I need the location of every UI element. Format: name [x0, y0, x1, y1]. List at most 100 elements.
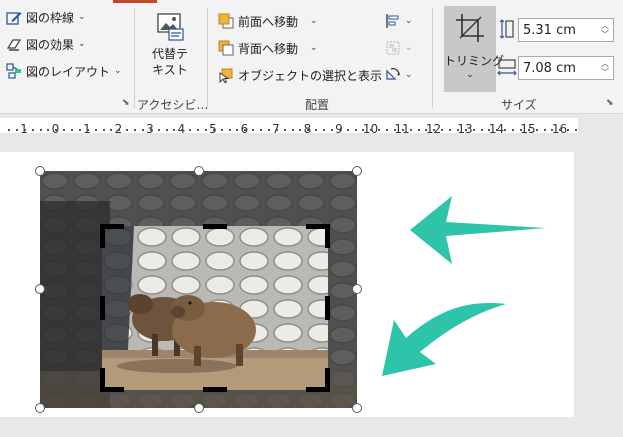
resize-handle-tl[interactable] [35, 166, 45, 176]
ruler-tick [370, 129, 373, 131]
width-stepper[interactable]: ︿﹀ [518, 56, 614, 80]
crop-edge-bottom[interactable] [203, 387, 227, 392]
crop-corner-bl-v[interactable] [100, 368, 105, 392]
picture-effects-button[interactable]: 図の効果 ⌄ [6, 33, 86, 55]
annotation-arrows [382, 196, 546, 376]
ruler-tick [86, 129, 89, 131]
effects-icon [6, 36, 22, 52]
ruler-tick [354, 129, 357, 131]
picture-layout-label: 図のレイアウト [26, 64, 111, 79]
width-spin-arrows[interactable]: ︿ ﹀ [601, 57, 609, 79]
ruler-tick [401, 129, 404, 131]
crop-icon [454, 12, 486, 44]
crop-corner-tl-v[interactable] [100, 224, 105, 248]
alt-text-label-line1: 代替テ [151, 47, 188, 61]
dialog-launcher-icon[interactable]: ⬊ [122, 98, 130, 108]
accessibility-group-label: アクセシビ… [137, 98, 209, 112]
ruler-tick [157, 129, 160, 131]
resize-handle-tr[interactable] [352, 166, 362, 176]
resize-handle-bl[interactable] [35, 403, 45, 413]
chevron-down-icon: ⌄ [310, 43, 318, 53]
ruler-tick [425, 129, 428, 131]
height-input[interactable] [519, 21, 597, 39]
ruler-tick [393, 129, 396, 131]
chevron-down-icon: ⌄ [78, 39, 86, 49]
crop-edge-left[interactable] [100, 296, 105, 320]
spin-up-icon[interactable]: ︿ [601, 59, 609, 68]
picture-border-button[interactable]: 図の枠線 ⌄ [6, 6, 86, 28]
picture-layout-button[interactable]: 図のレイアウト ⌄ [6, 60, 122, 82]
resize-handle-br[interactable] [352, 403, 362, 413]
ruler-tick [535, 129, 538, 131]
ruler-tick [346, 129, 349, 131]
resize-handle-top[interactable] [194, 166, 204, 176]
pencil-border-icon [6, 9, 22, 25]
spin-down-icon[interactable]: ﹀ [601, 68, 609, 77]
crop-edge-top[interactable] [203, 224, 227, 229]
group-separator [432, 8, 433, 108]
resize-handle-right[interactable] [352, 284, 362, 294]
ruler-tick [323, 129, 325, 131]
ruler-tick [386, 129, 388, 131]
horizontal-ruler[interactable]: 1012345678910111213141516 [0, 114, 623, 138]
ruler-tick [417, 129, 420, 131]
send-backward-icon [218, 40, 234, 56]
height-stepper[interactable]: ︿﹀ [518, 18, 614, 42]
arrow-curved-icon [382, 303, 506, 376]
canvas-margin [574, 152, 623, 437]
crop-button[interactable]: トリミング ⌄ [444, 6, 504, 92]
crop-area-photo[interactable] [102, 226, 328, 390]
chevron-down-icon: ⌄ [466, 70, 474, 80]
align-button[interactable]: ⌄ [385, 10, 413, 32]
size-group-label: サイズ [501, 98, 537, 112]
ruler-tick [567, 129, 570, 131]
ruler-tick [204, 129, 207, 131]
group-objects-button[interactable]: ⌄ [385, 37, 413, 59]
ruler-tick [102, 129, 105, 131]
ruler-tick [94, 129, 97, 131]
ruler-tick [252, 129, 255, 131]
spin-up-icon[interactable]: ︿ [601, 21, 609, 30]
height-spin-arrows[interactable]: ︿ ﹀ [601, 19, 609, 41]
ruler-tick [472, 129, 475, 131]
arrange-group-label: 配置 [305, 98, 330, 112]
ruler-tick [519, 129, 522, 131]
spin-down-icon[interactable]: ﹀ [601, 30, 609, 39]
alt-text-label-line2: キスト [152, 63, 188, 77]
resize-handle-left[interactable] [35, 284, 45, 294]
ruler-tick [543, 129, 546, 131]
ruler-tick [260, 129, 262, 131]
crop-corner-br-v[interactable] [325, 368, 330, 392]
layout-icon [6, 63, 22, 79]
ruler-tick [134, 129, 136, 131]
group-separator [207, 8, 208, 108]
ruler-tick [141, 129, 144, 131]
ruler-tick [15, 129, 18, 131]
ruler-tick [149, 129, 152, 131]
ruler-tick [283, 129, 286, 131]
crop-corner-tr-v[interactable] [325, 224, 330, 248]
dialog-launcher-icon[interactable]: ⬊ [606, 98, 614, 108]
ruler-tick [63, 129, 66, 131]
ruler-tick [126, 129, 129, 131]
chevron-down-icon: ⌄ [405, 70, 413, 80]
active-tab-indicator [113, 0, 157, 3]
width-input[interactable] [519, 59, 597, 77]
ruler-tick [409, 129, 412, 131]
ruler-tick [110, 129, 113, 131]
chevron-down-icon: ⌄ [78, 12, 86, 22]
ruler-tick [378, 129, 381, 131]
selection-pane-button[interactable]: オブジェクトの選択と表示 [218, 64, 382, 86]
crop-edge-right[interactable] [325, 296, 330, 320]
ruler-tick [39, 129, 42, 131]
send-backward-button[interactable]: 背面へ移動 ⌄ [218, 37, 318, 59]
selection-pane-icon [218, 67, 234, 84]
bring-forward-label: 前面へ移動 [238, 14, 299, 29]
alt-text-button[interactable]: 代替テ キスト [146, 12, 194, 78]
bring-forward-button[interactable]: 前面へ移動 ⌄ [218, 10, 318, 32]
picture-effects-label: 図の効果 [26, 37, 75, 52]
ruler-tick [575, 129, 577, 131]
rotate-button[interactable]: ⌄ [385, 64, 413, 86]
resize-handle-bottom[interactable] [194, 403, 204, 413]
ruler-tick [433, 129, 436, 131]
